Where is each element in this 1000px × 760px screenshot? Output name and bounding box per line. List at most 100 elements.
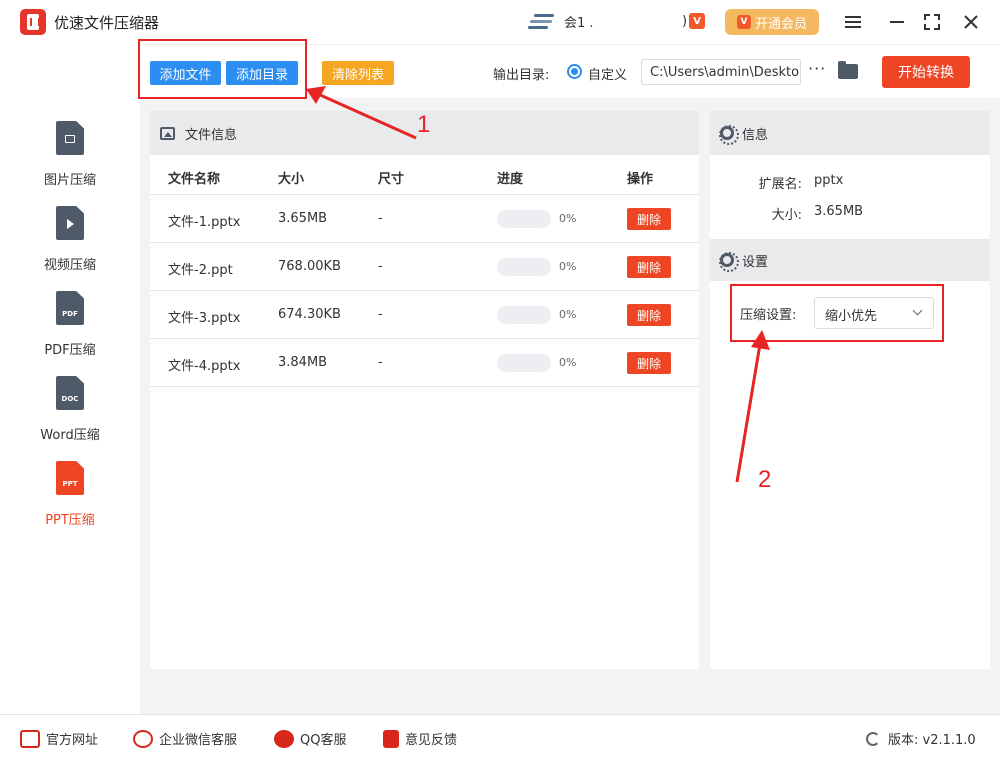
feedback-link[interactable]: 意见反馈 xyxy=(383,729,457,748)
sidebar-item-ppt-compress[interactable]: PPT PPT压缩 xyxy=(0,461,140,541)
progress-bar xyxy=(497,258,551,276)
refresh-icon[interactable] xyxy=(866,731,880,746)
output-dir-label: 输出目录: xyxy=(493,68,550,83)
file-dimension: - xyxy=(378,211,383,226)
table-header: 文件名称 大小 尺寸 进度 操作 xyxy=(150,155,699,195)
file-dimension: - xyxy=(378,259,383,274)
info-title: 信息 xyxy=(742,127,769,143)
column-header-size: 大小 xyxy=(278,172,305,187)
progress-percent: 0% xyxy=(559,260,577,273)
size-value: 3.65MB xyxy=(814,204,864,219)
table-row: 文件-1.pptx 3.65MB - 0% 删除 xyxy=(150,195,699,243)
wechat-label: 企业微信客服 xyxy=(159,733,238,748)
file-panel-title: 文件信息 xyxy=(185,127,238,143)
clear-list-button[interactable]: 清除列表 xyxy=(322,61,394,85)
user-avatar-icon xyxy=(528,10,558,32)
delete-button[interactable]: 删除 xyxy=(627,304,671,326)
column-header-progress: 进度 xyxy=(497,172,524,187)
progress-percent: 0% xyxy=(559,356,577,369)
app-logo-icon xyxy=(20,9,46,35)
progress-bar xyxy=(497,306,551,324)
menu-icon[interactable] xyxy=(842,11,864,33)
column-header-action: 操作 xyxy=(627,172,654,187)
right-panel: 信息 扩展名: pptx 大小: 3.65MB 设置 压缩设置: 缩小优先 xyxy=(710,111,990,669)
file-size: 768.00KB xyxy=(278,259,341,274)
file-size: 674.30KB xyxy=(278,307,341,322)
vip-mark: ) V xyxy=(682,13,706,29)
video-file-icon xyxy=(56,206,84,240)
progress-percent: 0% xyxy=(559,212,577,225)
close-icon[interactable] xyxy=(960,11,982,33)
delete-button[interactable]: 删除 xyxy=(627,256,671,278)
progress-bar xyxy=(497,354,551,372)
qq-icon xyxy=(274,729,294,748)
delete-button[interactable]: 删除 xyxy=(627,208,671,230)
folder-icon[interactable] xyxy=(838,61,858,79)
sidebar-item-label: PDF压缩 xyxy=(44,343,96,358)
annotation-number-2: 2 xyxy=(758,466,772,493)
sidebar-item-pdf-compress[interactable]: PDF PDF压缩 xyxy=(0,291,140,371)
delete-button[interactable]: 删除 xyxy=(627,352,671,374)
info-header: 信息 xyxy=(710,111,990,155)
gear-icon xyxy=(719,252,739,272)
custom-radio[interactable] xyxy=(567,64,582,79)
custom-radio-label[interactable]: 自定义 xyxy=(588,64,627,83)
file-name: 文件-3.pptx xyxy=(168,311,241,326)
feedback-icon xyxy=(383,729,399,748)
pdf-file-icon: PDF xyxy=(56,291,84,325)
doc-file-icon: DOC xyxy=(56,376,84,410)
vip-button[interactable]: V 开通会员 xyxy=(725,9,819,35)
wechat-service-link[interactable]: 企业微信客服 xyxy=(133,729,237,748)
annotation-number-1: 1 xyxy=(417,111,431,138)
file-dimension: - xyxy=(378,307,383,322)
sidebar-item-video-compress[interactable]: 视频压缩 xyxy=(0,206,140,286)
gear-icon xyxy=(719,125,739,145)
sidebar-item-word-compress[interactable]: DOC Word压缩 xyxy=(0,376,140,456)
file-name: 文件-4.pptx xyxy=(168,359,241,374)
file-size: 3.65MB xyxy=(278,211,328,226)
file-panel: 文件信息 文件名称 大小 尺寸 进度 操作 文件-1.pptx 3.65MB - 0%… xyxy=(150,111,699,669)
sidebar-item-label: Word压缩 xyxy=(40,428,100,443)
ext-value: pptx xyxy=(814,173,844,188)
version-label: 版本: v2.1.1.0 xyxy=(888,733,976,748)
file-name: 文件-1.pptx xyxy=(168,215,241,230)
maximize-icon[interactable] xyxy=(921,11,943,33)
table-row: 文件-3.pptx 674.30KB - 0% 删除 xyxy=(150,291,699,339)
settings-title: 设置 xyxy=(742,254,769,270)
footer: 官方网址 企业微信客服 QQ客服 意见反馈 版本: v2.1.1.0 xyxy=(0,714,1000,760)
settings-header: 设置 xyxy=(710,239,990,281)
version-info: 版本: v2.1.1.0 xyxy=(866,729,976,748)
vip-button-label: 开通会员 xyxy=(754,16,807,32)
file-size: 3.84MB xyxy=(278,355,328,370)
minimize-icon[interactable] xyxy=(886,11,908,33)
sidebar: 图片压缩 视频压缩 PDF PDF压缩 DOC Word压缩 PPT PPT压缩 xyxy=(0,44,140,714)
website-link[interactable]: 官方网址 xyxy=(20,729,98,748)
user-name: 会1 . xyxy=(564,15,594,31)
column-header-name: 文件名称 xyxy=(168,172,221,187)
start-convert-button[interactable]: 开始转换 xyxy=(882,56,970,88)
website-label: 官方网址 xyxy=(46,733,99,748)
vip-badge-icon: V xyxy=(689,13,706,29)
progress-percent: 0% xyxy=(559,308,577,321)
sidebar-item-label: 图片压缩 xyxy=(43,173,96,188)
more-icon[interactable]: ··· xyxy=(808,59,826,78)
sidebar-item-label: 视频压缩 xyxy=(43,258,96,273)
qq-service-link[interactable]: QQ客服 xyxy=(274,729,346,748)
progress-bar xyxy=(497,210,551,228)
website-icon xyxy=(20,729,40,748)
annotation-box-1 xyxy=(138,39,307,99)
image-icon xyxy=(160,126,175,140)
size-label: 大小: xyxy=(771,208,802,223)
column-header-dimension: 尺寸 xyxy=(378,172,405,187)
file-dimension: - xyxy=(378,355,383,370)
annotation-box-2 xyxy=(730,284,944,342)
table-row: 文件-4.pptx 3.84MB - 0% 删除 xyxy=(150,339,699,387)
user-account[interactable]: 会1 . xyxy=(528,10,594,32)
qq-label: QQ客服 xyxy=(300,733,347,748)
vip-icon: V xyxy=(736,15,751,29)
ppt-file-icon: PPT xyxy=(56,461,84,495)
output-path-field[interactable]: C:\Users\admin\Deskto xyxy=(641,59,801,85)
sidebar-item-image-compress[interactable]: 图片压缩 xyxy=(0,121,140,201)
wechat-icon xyxy=(133,729,153,748)
table-row: 文件-2.ppt 768.00KB - 0% 删除 xyxy=(150,243,699,291)
